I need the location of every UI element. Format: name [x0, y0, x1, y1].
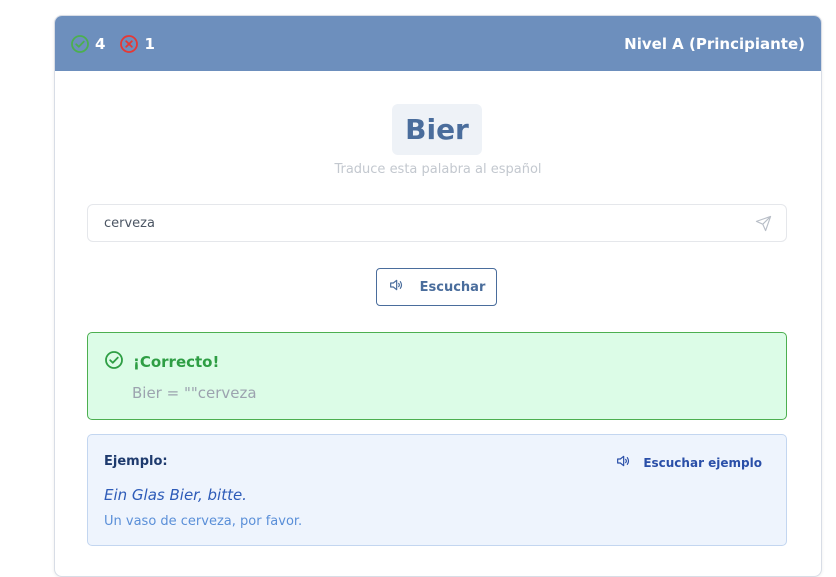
score-counters: 4 1 [70, 34, 165, 54]
speaker-icon [615, 453, 631, 472]
answer-input[interactable]: cerveza [87, 204, 787, 242]
check-circle-icon [70, 34, 90, 54]
check-circle-icon [104, 350, 124, 374]
example-label: Ejemplo: [104, 454, 168, 469]
example-translation: Un vaso de cerveza, por favor. [104, 514, 303, 529]
wrong-count: 1 [144, 34, 155, 53]
correct-score: 4 [70, 34, 105, 54]
answer-value[interactable]: cerveza [104, 216, 755, 231]
listen-example-label: Escuchar ejemplo [643, 455, 762, 470]
feedback-panel: ¡Correcto! Bier = ""cerveza [87, 332, 787, 420]
example-panel: Ejemplo: Escuchar ejemplo Ein Glas Bier,… [87, 434, 787, 546]
listen-example-button[interactable]: Escuchar ejemplo [615, 453, 762, 472]
example-sentence: Ein Glas Bier, bitte. [104, 486, 247, 504]
level-label: Nivel A (Principiante) [624, 34, 805, 53]
quiz-card: 4 1 Nivel A (Principiante) Bier Traduce … [54, 15, 822, 577]
feedback-title-row: ¡Correcto! [104, 350, 219, 374]
send-icon[interactable] [755, 215, 772, 232]
wrong-score: 1 [119, 34, 155, 54]
listen-button[interactable]: Escuchar [376, 268, 497, 306]
x-circle-icon [119, 34, 139, 54]
instruction-text: Traduce esta palabra al español [334, 162, 542, 177]
feedback-detail: Bier = ""cerveza [132, 384, 257, 402]
target-word: Bier [392, 104, 482, 155]
listen-label: Escuchar [419, 279, 486, 295]
quiz-header: 4 1 Nivel A (Principiante) [55, 16, 821, 71]
correct-count: 4 [95, 34, 106, 53]
speaker-icon [388, 277, 404, 297]
feedback-title: ¡Correcto! [133, 353, 220, 371]
